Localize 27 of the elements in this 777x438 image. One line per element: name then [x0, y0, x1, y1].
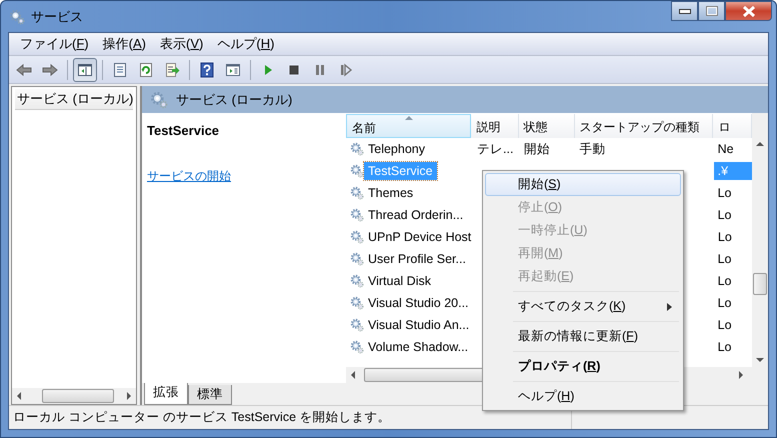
table-cell-text: Lo [716, 272, 733, 290]
table-cell-text: Lo [716, 294, 733, 312]
service-name-cell-text: Themes [367, 184, 414, 202]
service-name-cell-text: Telephony [367, 140, 426, 158]
table-cell-text: Lo [716, 206, 733, 224]
service-name-cell-text: Virtual Disk [367, 272, 432, 290]
status-text: ローカル コンピューター のサービス TestService を開始します。 [13, 409, 390, 426]
service-name-cell-text: User Profile Ser... [367, 250, 467, 268]
service-name-cell-text: Visual Studio An... [367, 316, 470, 334]
table-cell-text: 手動 [578, 140, 606, 158]
window-title: サービス [31, 8, 83, 26]
table-cell-text: Lo [716, 228, 733, 246]
service-name-cell-text: Thread Orderin... [367, 206, 464, 224]
service-name-cell-text: UPnP Device Host [367, 228, 472, 246]
table-cell-text: Lo [716, 184, 733, 202]
service-name-cell: TestService [364, 162, 437, 180]
table-cell-text: Ne [716, 140, 735, 158]
pane-title: サービス (ローカル) [176, 90, 292, 109]
table-cell-text: テレ... [476, 140, 514, 158]
table-cell-text: 開始 [522, 140, 551, 158]
table-cell-text: Lo [716, 338, 733, 356]
service-name: TestService [147, 122, 220, 140]
table-cell-text: Lo [716, 316, 733, 334]
table-cell: .¥ [714, 162, 752, 180]
service-name-cell-text: Volume Shadow... [367, 338, 470, 356]
service-name-cell-text: Visual Studio 20... [367, 294, 470, 312]
table-cell-text: Lo [716, 250, 733, 268]
